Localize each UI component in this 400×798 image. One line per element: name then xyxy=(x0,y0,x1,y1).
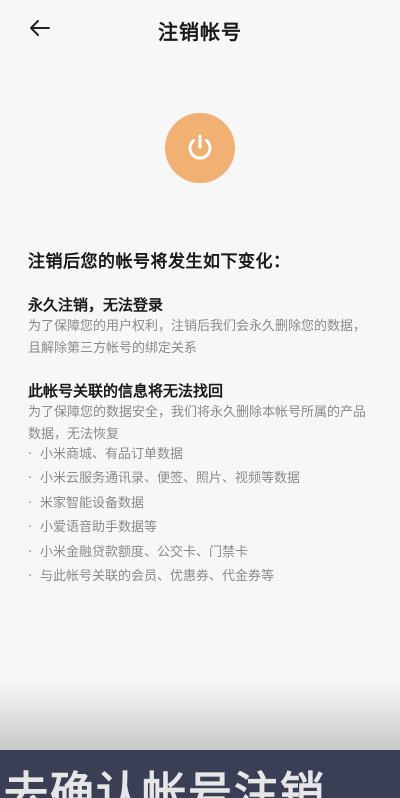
headline: 注销后您的帐号将发生如下变化： xyxy=(28,252,291,272)
list-item: · 与此帐号关联的会员、优惠券、代金券等 xyxy=(28,569,275,585)
header: 注销帐号 xyxy=(0,0,400,60)
confirm-banner-label: 去确认帐号注销 xyxy=(4,768,326,798)
section-permanent-desc: 为了保障您的用户权利，注销后我们会永久删除您的数据，且解除第三方帐号的绑定关系 xyxy=(28,319,367,356)
page-title: 注销帐号 xyxy=(158,20,242,44)
list-item: · 小米商城、有品订单数据 xyxy=(28,447,184,462)
confirm-banner[interactable]: 去确认帐号注销 xyxy=(0,750,400,798)
list-item: · 小爱语音助手数据等 xyxy=(28,520,158,536)
bottom-fade xyxy=(0,680,400,750)
list-item: · 米家智能设备数据 xyxy=(28,495,145,511)
list-item: · 小米金融贷款额度、公交卡、门禁卡 xyxy=(28,544,249,560)
power-badge xyxy=(165,113,235,183)
section-data-title: 此帐号关联的信息将无法找回 xyxy=(28,382,224,400)
section-permanent-title: 永久注销，无法登录 xyxy=(28,296,164,314)
section-data-desc: 为了保障您的数据安全，我们将永久删除本帐号所属的产品数据，无法恢复 xyxy=(28,405,367,442)
power-icon xyxy=(188,134,212,160)
data-loss-list: · 小米商城、有品订单数据 · 小米云服务通讯录、便签、照片、视频等数据 · 米家智能… xyxy=(28,443,300,589)
list-item: · 小米云服务通讯录、便签、照片、视频等数据 xyxy=(28,471,301,487)
